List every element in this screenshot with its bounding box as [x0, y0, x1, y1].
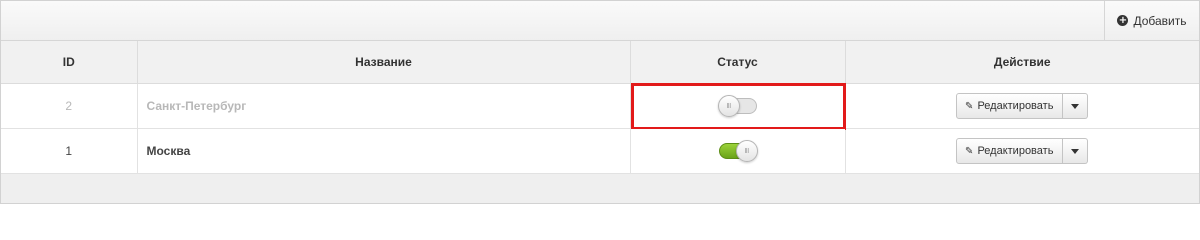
row-id: 2: [1, 83, 138, 129]
caret-down-icon: [1071, 103, 1080, 109]
row-name: Москва: [136, 128, 631, 174]
table-header-row: ID Название Статус Действие: [1, 41, 1199, 84]
pencil-icon: ✎: [965, 100, 974, 112]
edit-button-label: Редактировать: [977, 145, 1054, 157]
caret-down-icon: [1071, 148, 1080, 154]
action-button-group: ✎ Редактировать: [956, 138, 1089, 164]
row-name: Санкт-Петербург: [136, 83, 631, 129]
status-cell: III: [629, 128, 846, 174]
add-button[interactable]: + Добавить: [1104, 1, 1199, 40]
edit-button[interactable]: ✎ Редактировать: [956, 138, 1064, 164]
dropdown-toggle-button[interactable]: [1063, 93, 1089, 119]
toolbar: + Добавить: [1, 1, 1199, 41]
add-button-label: Добавить: [1133, 13, 1187, 28]
column-header-id[interactable]: ID: [1, 41, 138, 84]
cities-table: ID Название Статус Действие 2 Санкт-Пете…: [1, 41, 1199, 174]
action-cell: ✎ Редактировать: [844, 128, 1199, 174]
edit-button[interactable]: ✎ Редактировать: [956, 93, 1064, 119]
pencil-icon: ✎: [965, 145, 974, 157]
column-header-status[interactable]: Статус: [629, 41, 846, 84]
toggle-knob[interactable]: III: [717, 95, 740, 117]
cities-panel: + Добавить ID Название Статус Действие 2…: [0, 0, 1200, 204]
table-row: 2 Санкт-Петербург III ✎ Редактировать: [1, 83, 1199, 130]
plus-circle-icon: +: [1117, 15, 1129, 26]
toggle-knob[interactable]: III: [735, 140, 758, 162]
action-button-group: ✎ Редактировать: [956, 93, 1089, 119]
status-cell: III: [629, 83, 846, 130]
table-row: 1 Москва III ✎ Редактировать: [1, 128, 1199, 174]
status-toggle[interactable]: III: [717, 95, 757, 117]
column-header-action: Действие: [844, 41, 1199, 84]
status-toggle[interactable]: III: [718, 140, 758, 162]
row-id: 1: [1, 128, 138, 174]
action-cell: ✎ Редактировать: [844, 83, 1199, 129]
dropdown-toggle-button[interactable]: [1063, 138, 1089, 164]
edit-button-label: Редактировать: [977, 100, 1054, 112]
column-header-name[interactable]: Название: [136, 41, 631, 84]
